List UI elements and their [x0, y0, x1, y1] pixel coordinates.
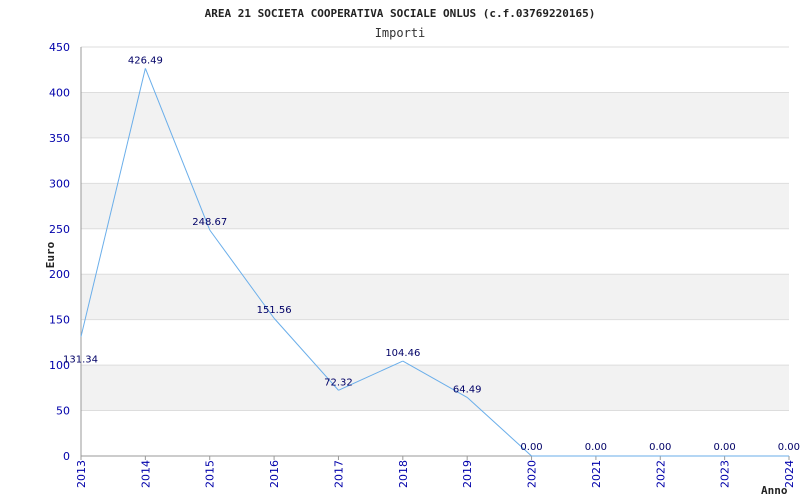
x-tick-label: 2013 — [75, 460, 88, 488]
grid-band — [81, 274, 789, 320]
x-tick-labels: 2013 2014 2015 2016 2017 2018 2019 2020 2021 2022… — [75, 460, 796, 488]
y-tick-label: 300 — [49, 177, 70, 190]
x-tick-label: 2021 — [590, 460, 603, 488]
y-tick-label: 150 — [49, 314, 70, 327]
chart-subtitle: Importi — [375, 26, 426, 40]
y-tick-label: 0 — [63, 450, 70, 463]
plot-bands — [81, 92, 789, 411]
x-tick-label: 2017 — [332, 460, 345, 488]
x-axis-label: Anno — [761, 484, 788, 497]
data-label: 131.34 — [63, 355, 98, 366]
y-tick-label: 200 — [49, 268, 70, 281]
data-label: 64.49 — [453, 384, 482, 395]
x-tick-label: 2019 — [461, 460, 474, 488]
x-tick-label: 2020 — [526, 460, 539, 488]
x-tick-label: 2016 — [268, 460, 281, 488]
y-tick-label: 400 — [49, 86, 70, 99]
x-tick-label: 2023 — [719, 460, 732, 488]
data-label: 426.49 — [128, 55, 163, 66]
grid-band — [81, 365, 789, 411]
data-label: 151.56 — [257, 305, 292, 316]
data-label: 0.00 — [585, 442, 607, 453]
y-axis-label: Euro — [44, 241, 57, 268]
x-tick-label: 2018 — [397, 460, 410, 488]
data-label: 0.00 — [714, 442, 736, 453]
data-label: 104.46 — [385, 348, 420, 359]
chart-title: AREA 21 SOCIETA COOPERATIVA SOCIALE ONLU… — [205, 7, 596, 20]
grid-band — [81, 183, 789, 229]
y-tick-label: 350 — [49, 132, 70, 145]
data-label: 0.00 — [520, 442, 542, 453]
x-tick-label: 2015 — [204, 460, 217, 488]
grid-band — [81, 92, 789, 138]
data-label: 0.00 — [778, 442, 800, 453]
x-tick-label: 2014 — [139, 460, 152, 488]
y-tick-label: 250 — [49, 223, 70, 236]
y-tick-label: 450 — [49, 41, 70, 54]
x-tick-label: 2022 — [654, 460, 667, 488]
y-tick-label: 50 — [56, 405, 70, 418]
data-label: 72.32 — [324, 377, 353, 388]
chart: AREA 21 SOCIETA COOPERATIVA SOCIALE ONLU… — [44, 7, 800, 497]
data-label: 248.67 — [192, 217, 227, 228]
data-label: 0.00 — [649, 442, 671, 453]
